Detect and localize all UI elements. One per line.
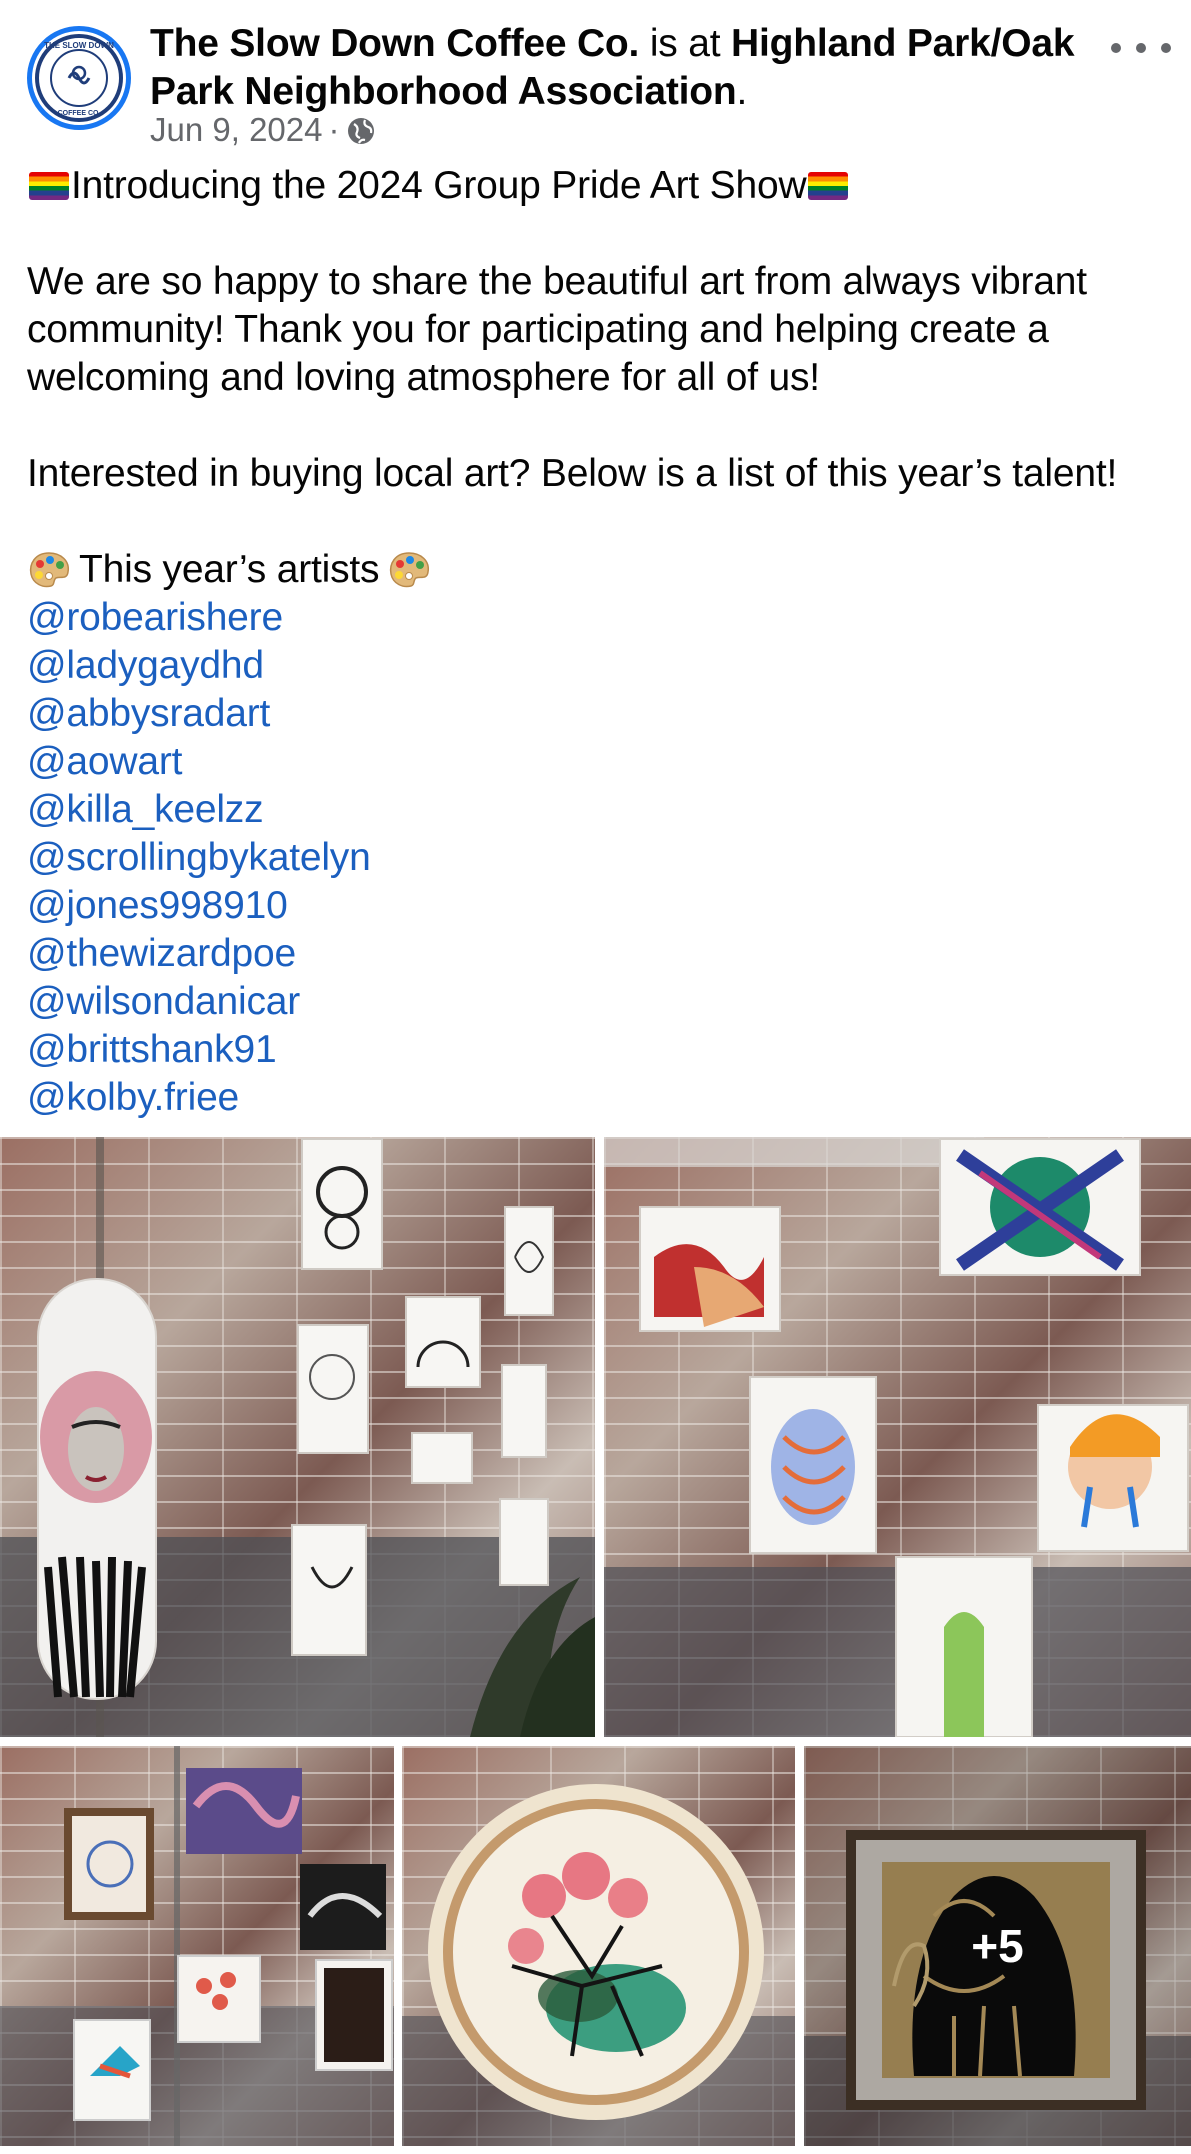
artist-mention-link[interactable]: @brittshank91 (27, 1026, 1167, 1074)
artist-mention-link[interactable]: @aowart (27, 738, 1167, 786)
artist-palette-icon (387, 550, 431, 590)
is-at-text: is at (639, 22, 731, 65)
artist-mention-link[interactable]: @robearishere (27, 594, 1167, 642)
artist-mention-link[interactable]: @killa_keelzz (27, 786, 1167, 834)
paragraph-line: Interested in buying local art? Below is… (27, 452, 1118, 495)
paragraph-line: community! Thank you for participating a… (27, 308, 1049, 351)
rainbow-flag-icon (808, 172, 849, 200)
post-photo-skateboard-and-drawings-wall[interactable] (0, 1137, 595, 1737)
globe-icon[interactable] (345, 114, 377, 146)
artist-palette-icon (27, 550, 71, 590)
artists-heading-line: This year’s artists (27, 546, 1167, 594)
more-photos-overlay[interactable]: +5 (804, 1746, 1191, 2146)
artist-mention-link[interactable]: @wilsondanicar (27, 978, 1167, 1026)
artist-mention-link[interactable]: @ladygaydhd (27, 642, 1167, 690)
artist-mention-link[interactable]: @scrollingbykatelyn (27, 834, 1167, 882)
artist-mention-link[interactable]: @abbysradart (27, 690, 1167, 738)
photo-illustration (604, 1137, 1191, 1737)
artist-mention-link[interactable]: @thewizardpoe (27, 930, 1167, 978)
post-title: Introducing the 2024 Group Pride Art Sho… (71, 164, 807, 207)
post-title-line: Introducing the 2024 Group Pride Art Sho… (27, 162, 1167, 210)
post-header: THE SLOW DOWN COFFEE CO. The Slow Down C… (0, 0, 1191, 160)
more-options-icon[interactable] (1111, 26, 1171, 70)
photo-illustration (0, 1137, 595, 1737)
logo-text-bottom: COFFEE CO. (58, 110, 101, 117)
post-body: Introducing the 2024 Group Pride Art Sho… (27, 162, 1167, 1122)
paragraph-line: welcoming and loving atmosphere for all … (27, 356, 820, 399)
logo-text-top: THE SLOW DOWN (44, 41, 114, 50)
artist-mention-link[interactable]: @jones998910 (27, 882, 1167, 930)
post-date[interactable]: Jun 9, 2024 (150, 108, 322, 152)
artist-mention-link[interactable]: @kolby.friee (27, 1074, 1167, 1122)
post-author-line: The Slow Down Coffee Co. is at Highland … (150, 20, 1090, 116)
facebook-post: THE SLOW DOWN COFFEE CO. The Slow Down C… (0, 0, 1191, 2154)
post-photo-embroidery-hoop-art[interactable] (402, 1746, 795, 2146)
page-avatar[interactable]: THE SLOW DOWN COFFEE CO. (27, 26, 131, 130)
page-name-link[interactable]: The Slow Down Coffee Co. (150, 22, 639, 65)
photo-illustration (402, 1784, 795, 2146)
post-photo-colorful-paintings-wall[interactable] (604, 1137, 1191, 1737)
artists-heading: This year’s artists (79, 548, 380, 591)
post-meta: Jun 9, 2024 · (150, 108, 377, 152)
post-photo-framed-art-wall[interactable] (0, 1746, 394, 2146)
slow-down-coffee-logo-icon: THE SLOW DOWN COFFEE CO. (35, 34, 123, 122)
paragraph-line: We are so happy to share the beautiful a… (27, 260, 1087, 303)
meta-separator: · (328, 111, 340, 148)
more-photos-count: +5 (971, 1920, 1024, 1972)
period-text: . (736, 70, 748, 113)
post-photo-framed-portrait-cutout[interactable]: +5 (804, 1746, 1191, 2146)
rainbow-flag-icon (29, 172, 69, 200)
photo-illustration (0, 1746, 394, 2146)
